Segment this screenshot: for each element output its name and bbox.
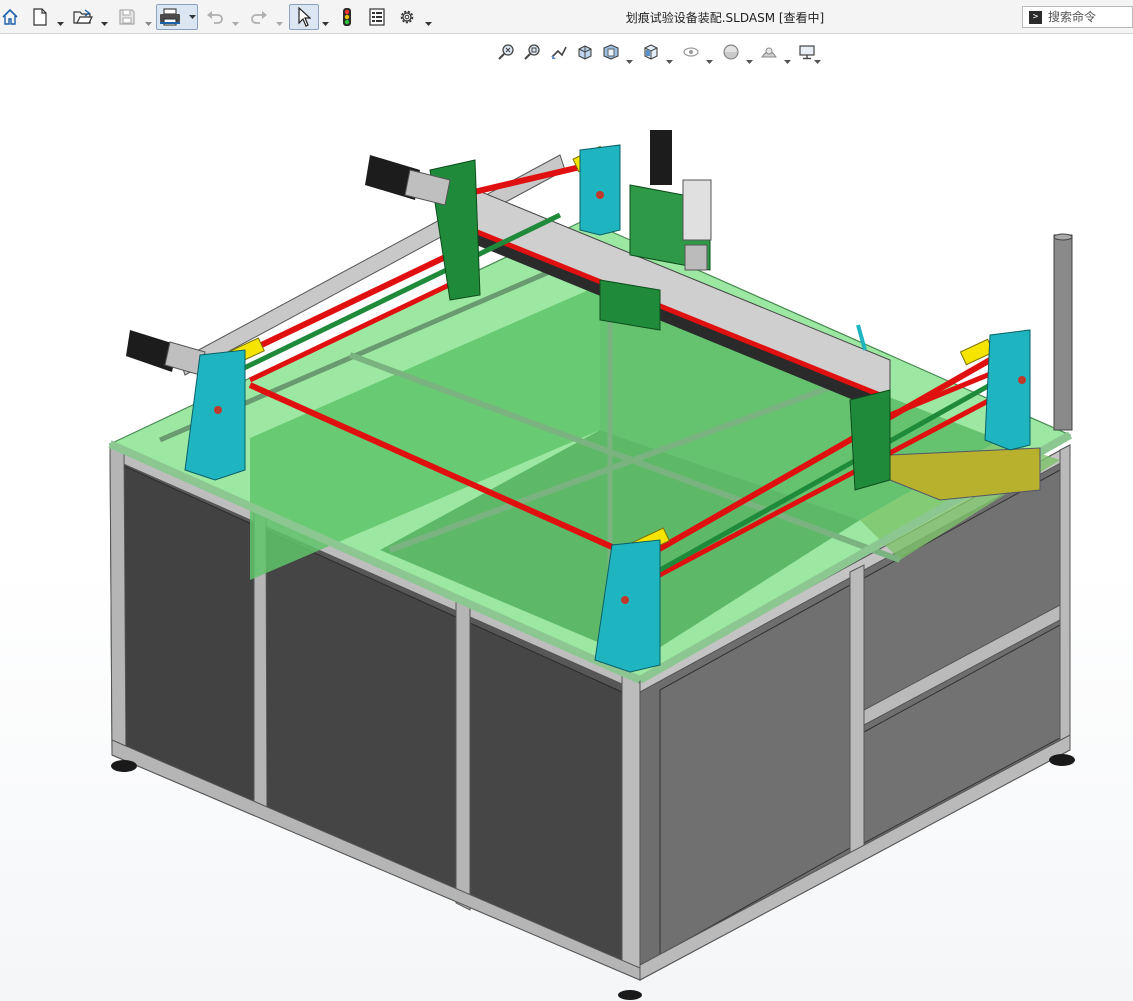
graphics-area[interactable] — [0, 35, 1133, 1001]
print-icon — [159, 8, 180, 26]
view-settings-dropdown[interactable] — [814, 50, 821, 64]
options-dropdown[interactable] — [425, 13, 432, 26]
zoom-to-area-icon — [524, 44, 540, 60]
section-view-dropdown[interactable] — [626, 50, 633, 64]
new-document-icon — [33, 8, 47, 26]
redo-icon — [251, 11, 267, 24]
end-bracket — [984, 329, 1031, 451]
spindle-motor — [650, 130, 672, 185]
document-title: 划痕试验设备装配.SLDASM [查看中] — [625, 11, 825, 25]
chevron-down-icon — [57, 22, 64, 26]
gantry-carriage — [849, 389, 891, 491]
file-properties-button[interactable] — [366, 4, 388, 30]
end-bracket — [579, 144, 621, 236]
chevron-down-icon — [188, 15, 196, 19]
edit-appearance-dropdown[interactable] — [746, 50, 753, 64]
search-commands-input[interactable] — [1048, 10, 1132, 24]
view-orientation-dropdown[interactable] — [666, 50, 673, 64]
dynamic-annotation-button[interactable] — [600, 40, 622, 64]
section-view-icon — [578, 45, 592, 60]
redo-dropdown[interactable] — [276, 13, 283, 26]
chevron-down-icon — [322, 22, 329, 26]
leveling-foot — [111, 760, 137, 772]
chevron-down-icon — [232, 22, 239, 26]
rebuild-button[interactable] — [338, 4, 356, 30]
select-dropdown[interactable] — [322, 13, 329, 26]
apply-scene-dropdown[interactable] — [784, 50, 791, 64]
section-view-button[interactable] — [574, 40, 596, 64]
select-button[interactable] — [289, 4, 319, 30]
undo-icon — [207, 11, 223, 24]
view-orientation-icon — [644, 44, 658, 60]
display-style-dropdown[interactable] — [706, 50, 713, 64]
undo-dropdown[interactable] — [232, 13, 239, 26]
chevron-down-icon — [666, 60, 673, 64]
previous-view-icon — [551, 46, 567, 59]
apply-scene-button[interactable] — [758, 40, 780, 64]
search-commands-box[interactable]: > — [1022, 6, 1133, 28]
file-properties-icon — [369, 8, 385, 26]
chevron-down-icon — [784, 60, 791, 64]
chevron-down-icon — [814, 60, 821, 64]
chevron-down-icon — [276, 22, 283, 26]
select-cursor-icon — [298, 7, 311, 27]
save-button[interactable] — [116, 4, 138, 30]
save-dropdown[interactable] — [145, 13, 152, 26]
edit-appearance-button[interactable] — [720, 40, 742, 64]
options-button[interactable] — [396, 4, 418, 30]
chevron-down-icon — [101, 22, 108, 26]
chevron-down-icon — [425, 22, 432, 26]
zoom-to-fit-button[interactable] — [496, 40, 518, 64]
open-folder-icon — [73, 9, 93, 24]
chevron-down-icon — [145, 22, 152, 26]
leveling-foot — [618, 990, 642, 1000]
undo-button[interactable] — [204, 4, 226, 30]
edit-appearance-icon — [723, 44, 739, 60]
save-icon — [119, 9, 135, 25]
options-gear-icon — [400, 10, 414, 24]
assembly-model-render — [108, 130, 1075, 1000]
zoom-to-fit-icon — [498, 44, 514, 60]
leveling-foot — [1049, 754, 1075, 766]
main-toolbar: 划痕试验设备装配.SLDASM [查看中] > — [0, 0, 1133, 34]
redo-button[interactable] — [248, 4, 270, 30]
chevron-down-icon — [706, 60, 713, 64]
open-button[interactable] — [72, 4, 94, 30]
new-document-button[interactable] — [30, 4, 50, 30]
chevron-down-icon — [746, 60, 753, 64]
command-prompt-icon: > — [1029, 10, 1042, 24]
home-icon — [2, 8, 18, 25]
section-view-icon — [603, 44, 619, 60]
vertical-post — [1053, 234, 1073, 431]
display-style-button[interactable] — [680, 40, 702, 64]
zoom-to-area-button[interactable] — [522, 40, 544, 64]
display-style-icon — [683, 47, 699, 57]
chevron-down-icon — [626, 60, 633, 64]
traffic-light-icon — [343, 8, 351, 26]
new-document-dropdown[interactable] — [57, 13, 64, 26]
home-button[interactable] — [0, 4, 20, 30]
print-button[interactable] — [156, 4, 198, 30]
open-dropdown[interactable] — [101, 13, 108, 26]
previous-view-button[interactable] — [548, 40, 570, 64]
apply-scene-icon — [761, 47, 777, 58]
view-orientation-button[interactable] — [640, 40, 662, 64]
